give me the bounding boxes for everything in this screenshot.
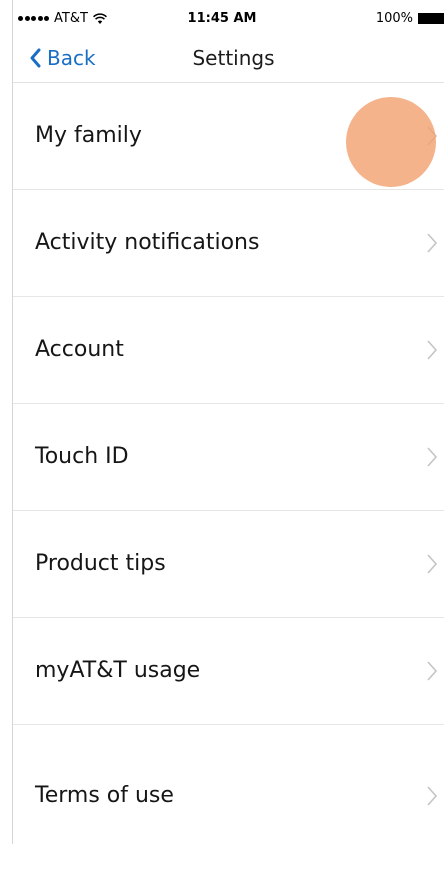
chevron-right-icon (427, 554, 438, 574)
chevron-right-icon (427, 126, 438, 146)
settings-item-my-family[interactable]: My family (13, 83, 444, 190)
chevron-right-icon (427, 340, 438, 360)
page-title: Settings (192, 46, 275, 70)
status-bar: AT&T 11:45 AM 100% (0, 0, 444, 36)
status-right: 100% (376, 11, 444, 26)
settings-item-label: myAT&T usage (35, 658, 201, 683)
settings-item-activity-notifications[interactable]: Activity notifications (13, 190, 444, 297)
settings-item-label: Touch ID (35, 444, 129, 469)
settings-item-product-tips[interactable]: Product tips (13, 511, 444, 618)
settings-item-label: Terms of use (35, 783, 174, 808)
navigation-bar: Back Settings (13, 36, 444, 83)
settings-item-touch-id[interactable]: Touch ID (13, 404, 444, 511)
chevron-right-icon (427, 233, 438, 253)
settings-item-label: Activity notifications (35, 230, 260, 255)
battery-percentage: 100% (375, 11, 413, 26)
settings-item-terms-of-use[interactable]: Terms of use (13, 725, 444, 875)
settings-list: My family Activity notifications Account… (13, 83, 444, 875)
settings-item-label: Product tips (35, 551, 166, 576)
settings-item-label: My family (35, 123, 142, 148)
battery-icon (418, 13, 444, 24)
chevron-right-icon (427, 447, 438, 467)
settings-item-account[interactable]: Account (13, 297, 444, 404)
settings-item-label: Account (35, 337, 124, 362)
settings-item-myatt-usage[interactable]: myAT&T usage (13, 618, 444, 725)
chevron-right-icon (427, 661, 438, 681)
chevron-right-icon (427, 786, 438, 806)
